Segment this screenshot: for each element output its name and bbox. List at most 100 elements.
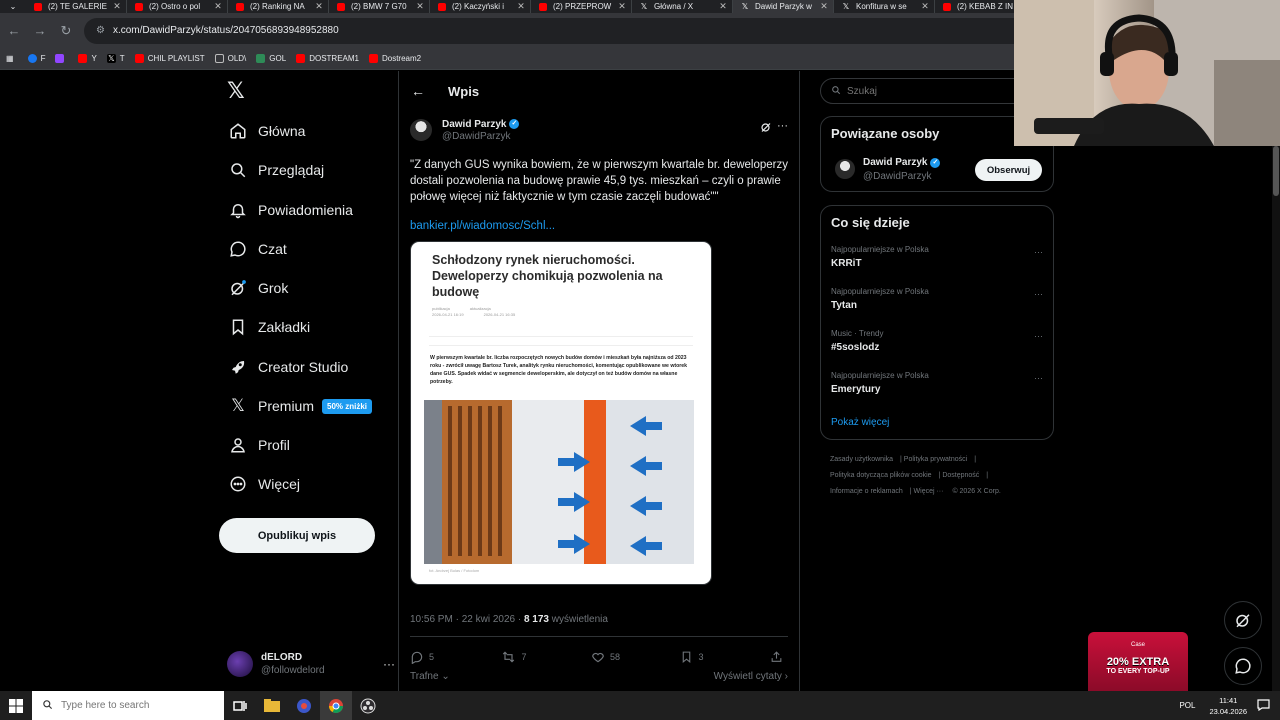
chrome-icon[interactable] xyxy=(320,691,352,720)
address-bar[interactable]: ⚙ x.com/DawidParzyk/status/2047056893948… xyxy=(84,17,1044,44)
scrollbar-thumb[interactable] xyxy=(1273,146,1279,196)
footer-link[interactable]: Polityka dotycząca plików cookie xyxy=(830,472,932,479)
more-icon[interactable]: ··· xyxy=(1034,373,1043,383)
footer-link[interactable]: Dostępność xyxy=(942,472,979,479)
share-button[interactable] xyxy=(770,650,788,664)
bookmark-item[interactable] xyxy=(55,54,68,63)
account-switcher[interactable]: dELORD @followdelord ··· xyxy=(227,644,395,684)
tab-close-icon[interactable]: ✕ xyxy=(516,1,526,12)
view-quotes-link[interactable]: Wyświetl cytaty › xyxy=(714,671,788,682)
browser-tab-active[interactable]: 𝕏 Dawid Parzyk w ✕ xyxy=(733,0,834,13)
more-icon[interactable]: ··· xyxy=(777,120,788,132)
nav-item-premium[interactable]: 𝕏 Premium 50% zniżki xyxy=(219,387,373,425)
avatar[interactable] xyxy=(410,119,432,141)
nav-item-explore[interactable]: Przeglądaj xyxy=(219,151,324,189)
nav-item-grok[interactable]: Grok xyxy=(219,269,288,307)
tab-close-icon[interactable]: ✕ xyxy=(314,1,324,12)
more-icon[interactable]: ··· xyxy=(1034,247,1043,257)
x-logo-icon[interactable]: 𝕏 xyxy=(227,79,245,104)
browser-tab[interactable]: (2) PRZEPROW ✕ xyxy=(531,0,632,13)
browser-tab[interactable]: (2) Ranking NA ✕ xyxy=(228,0,329,13)
footer-link[interactable]: Polityka prywatności xyxy=(904,456,967,463)
tab-close-icon[interactable]: ✕ xyxy=(718,1,728,12)
site-info-icon[interactable]: ⚙ xyxy=(96,25,105,36)
taskbar-search[interactable] xyxy=(32,691,224,720)
trend-item[interactable]: Najpopularniejsze w Polska KRRiT ··· xyxy=(831,245,1045,281)
author-name[interactable]: Dawid Parzyk ✓ xyxy=(442,119,520,130)
footer-link[interactable]: Informacje o reklamach xyxy=(830,488,903,495)
browser-tab[interactable]: 𝕏 Konfitura w se ✕ xyxy=(834,0,935,13)
taskbar-search-input[interactable] xyxy=(61,700,211,711)
nav-item-bookmarks[interactable]: Zakładki xyxy=(219,308,310,346)
follow-button[interactable]: Obserwuj xyxy=(975,159,1042,181)
bookmark-item[interactable]: F xyxy=(27,54,45,63)
related-person-handle[interactable]: @DawidParzyk xyxy=(863,171,932,182)
trend-item[interactable]: Music · Trendy #5soslodz ··· xyxy=(831,329,1045,365)
browser-tab[interactable]: (2) Ostro o pol ✕ xyxy=(127,0,228,13)
bookmark-button[interactable]: 3 xyxy=(680,650,770,664)
browser-tab[interactable]: 𝕏 Główna / X ✕ xyxy=(632,0,733,13)
tweet-link[interactable]: bankier.pl/wiadomosc/Schl... xyxy=(410,220,790,232)
footer-link[interactable]: Zasady użytkownika xyxy=(830,456,893,463)
post-button[interactable]: Opublikuj wpis xyxy=(219,518,375,553)
replies-sort-dropdown[interactable]: Trafne ⌄ xyxy=(410,671,450,682)
browser-tab[interactable]: (2) Kaczyński i ✕ xyxy=(430,0,531,13)
back-icon[interactable]: ← xyxy=(2,19,26,43)
footer-link[interactable]: Więcej ··· xyxy=(914,488,944,495)
related-person-name[interactable]: Dawid Parzyk ✓ xyxy=(863,157,941,168)
browser-tab[interactable]: (2) BMW 7 G70 ✕ xyxy=(329,0,430,13)
bookmark-item[interactable]: OLD\ xyxy=(214,54,246,63)
task-view-icon[interactable] xyxy=(224,691,256,720)
tab-close-icon[interactable]: ✕ xyxy=(213,1,223,12)
back-arrow-icon[interactable]: ← xyxy=(400,83,436,99)
bookmark-item[interactable]: Dostream2 xyxy=(368,54,421,63)
repost-button[interactable]: 7 xyxy=(501,650,591,664)
grok-explain-icon[interactable] xyxy=(760,121,772,136)
tab-search-menu[interactable]: ⌄ xyxy=(0,0,26,13)
notification-icon[interactable] xyxy=(1257,698,1270,713)
bookmark-item[interactable]: GOL xyxy=(256,54,286,63)
article-preview-card[interactable]: Schłodzony rynek nieruchomości. Dewelope… xyxy=(410,241,712,585)
avatar[interactable] xyxy=(835,159,855,179)
app-icon[interactable] xyxy=(288,691,320,720)
reload-icon[interactable]: ↻ xyxy=(54,19,78,43)
nav-item-creator-studio[interactable]: Creator Studio xyxy=(219,348,348,386)
show-more-link[interactable]: Pokaż więcej xyxy=(831,417,889,428)
windows-start-icon[interactable] xyxy=(0,691,32,720)
author-handle[interactable]: @DawidParzyk xyxy=(442,131,519,142)
trend-item[interactable]: Najpopularniejsze w Polska Emerytury ··· xyxy=(831,371,1045,407)
tab-close-icon[interactable]: ✕ xyxy=(617,1,627,12)
bookmark-item[interactable]: 𝕏T xyxy=(106,54,125,63)
grok-floating-button[interactable] xyxy=(1224,601,1262,639)
nav-item-chat[interactable]: Czat xyxy=(219,230,287,268)
tweet-date[interactable]: 22 kwi 2026 xyxy=(462,614,515,625)
tab-close-icon[interactable]: ✕ xyxy=(920,1,930,12)
bookmark-item[interactable]: DOSTREAM1 xyxy=(296,54,359,63)
page-scrollbar[interactable] xyxy=(1272,146,1280,691)
more-icon[interactable]: ··· xyxy=(1034,331,1043,341)
trend-item[interactable]: Najpopularniejsze w Polska Tytan ··· xyxy=(831,287,1045,323)
tab-close-icon[interactable]: ✕ xyxy=(819,1,829,12)
language-indicator[interactable]: POL xyxy=(1179,701,1195,710)
clock[interactable]: 11:41 23.04.2026 xyxy=(1209,695,1247,717)
messages-floating-button[interactable] xyxy=(1224,647,1262,685)
more-icon[interactable]: ··· xyxy=(1034,289,1043,299)
bookmark-item[interactable]: CHIL PLAYLIST xyxy=(134,54,205,63)
browser-tab[interactable]: (2) TE GALERIE ✕ xyxy=(26,0,127,13)
nav-item-more[interactable]: Więcej xyxy=(219,465,300,503)
bookmark-item[interactable]: Y xyxy=(78,54,97,63)
file-explorer-icon[interactable] xyxy=(256,691,288,720)
tweet-time[interactable]: 10:56 PM xyxy=(410,614,453,625)
tab-close-icon[interactable]: ✕ xyxy=(415,1,425,12)
forward-icon[interactable]: → xyxy=(28,19,52,43)
nav-item-home[interactable]: Główna xyxy=(219,112,305,150)
reply-button[interactable]: 5 xyxy=(410,650,501,664)
tab-close-icon[interactable]: ✕ xyxy=(112,1,122,12)
like-button[interactable]: 58 xyxy=(591,650,681,664)
obs-icon[interactable] xyxy=(352,691,384,720)
nav-item-profile[interactable]: Profil xyxy=(219,426,290,464)
search-input[interactable] xyxy=(847,85,1017,97)
nav-item-notifications[interactable]: Powiadomienia xyxy=(219,191,353,229)
more-icon[interactable]: ··· xyxy=(383,657,395,671)
apps-icon[interactable]: ▦ xyxy=(6,54,14,63)
